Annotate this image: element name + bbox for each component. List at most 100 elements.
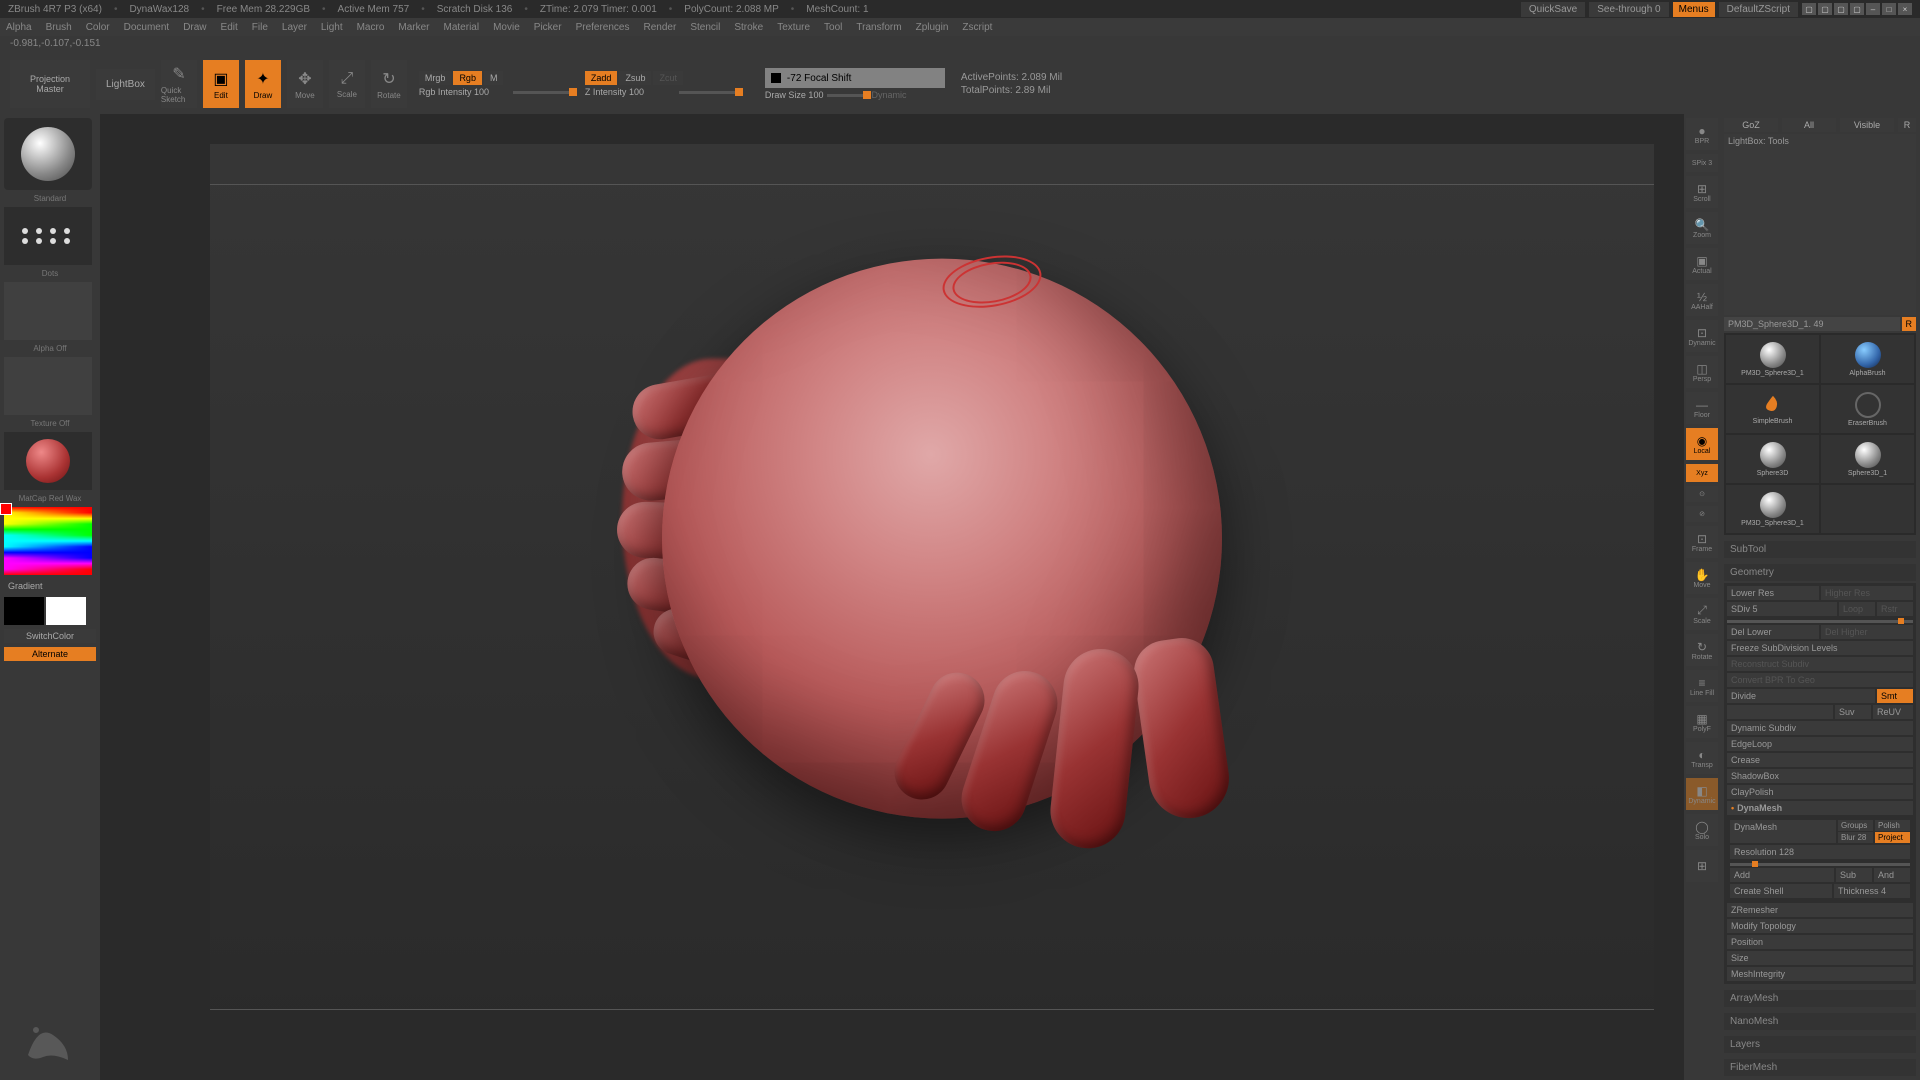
quick-sketch-button[interactable]: ✎Quick Sketch <box>161 60 197 108</box>
polyf-button[interactable]: ▦PolyF <box>1686 706 1718 738</box>
layers-header[interactable]: Layers <box>1724 1036 1916 1053</box>
menu-texture[interactable]: Texture <box>777 22 810 33</box>
xyz-button[interactable]: Xyz <box>1686 464 1718 482</box>
r-button[interactable]: R <box>1898 118 1916 132</box>
rgb-toggle[interactable]: Rgb <box>453 71 482 85</box>
create-shell-button[interactable]: Create Shell <box>1730 884 1832 898</box>
loop-button[interactable]: Loop <box>1839 602 1875 616</box>
z-intensity-slider[interactable] <box>679 91 739 94</box>
move-tool-button[interactable]: ✋Move <box>1686 562 1718 594</box>
menu-document[interactable]: Document <box>124 22 170 33</box>
win-icon[interactable]: ▢ <box>1802 3 1816 15</box>
and-button[interactable]: And <box>1874 868 1910 882</box>
local-button[interactable]: ◉Local <box>1686 428 1718 460</box>
menu-macro[interactable]: Macro <box>357 22 385 33</box>
spix-button[interactable]: SPix 3 <box>1686 154 1718 172</box>
extra-button[interactable]: ⊞ <box>1686 850 1718 882</box>
menu-stencil[interactable]: Stencil <box>690 22 720 33</box>
goz-button[interactable]: GoZ <box>1724 118 1778 132</box>
size-header[interactable]: Size <box>1727 951 1913 965</box>
scale-tool-button[interactable]: ⤢Scale <box>1686 598 1718 630</box>
tool-item[interactable]: SimpleBrush <box>1726 385 1819 433</box>
r-toggle[interactable]: R <box>1902 317 1917 331</box>
z-intensity-label[interactable]: Z Intensity 100 <box>585 87 675 97</box>
rgb-intensity-label[interactable]: Rgb Intensity 100 <box>419 87 509 97</box>
tool-item[interactable]: Sphere3D <box>1726 435 1819 483</box>
projection-master-button[interactable]: Projection Master <box>10 60 90 108</box>
rgb-intensity-slider[interactable] <box>513 91 573 94</box>
menus-button[interactable]: Menus <box>1673 2 1715 17</box>
resolution-slider[interactable]: Resolution 128 <box>1730 845 1910 859</box>
del-higher-button[interactable]: Del Higher <box>1821 625 1913 639</box>
position-header[interactable]: Position <box>1727 935 1913 949</box>
tool-item[interactable]: EraserBrush <box>1821 385 1914 433</box>
switch-color-button[interactable]: SwitchColor <box>4 629 96 643</box>
aahalf-button[interactable]: ½AAHalf <box>1686 284 1718 316</box>
frame-button[interactable]: ⊡Frame <box>1686 526 1718 558</box>
menu-picker[interactable]: Picker <box>534 22 562 33</box>
viewport-model[interactable] <box>612 239 1252 879</box>
dynamesh-header[interactable]: DynaMesh <box>1727 801 1913 815</box>
divide-button[interactable]: Divide <box>1727 689 1875 703</box>
tool-item[interactable]: Sphere3D_1 <box>1821 435 1914 483</box>
primary-color[interactable] <box>46 597 86 625</box>
tool-item-empty[interactable] <box>1821 485 1914 533</box>
draw-size-label[interactable]: Draw Size 100 <box>765 90 824 100</box>
meshintegrity-header[interactable]: MeshIntegrity <box>1727 967 1913 981</box>
menu-alpha[interactable]: Alpha <box>6 22 32 33</box>
edit-button[interactable]: ▣Edit <box>203 60 239 108</box>
rotate-button[interactable]: ↻Rotate <box>371 60 407 108</box>
zsub-toggle[interactable]: Zsub <box>619 71 651 85</box>
alpha-selector[interactable] <box>4 282 92 340</box>
higher-res-button[interactable]: Higher Res <box>1821 586 1913 600</box>
draw-size-slider[interactable] <box>827 94 867 97</box>
move-button[interactable]: ✥Move <box>287 60 323 108</box>
dynamesh-button[interactable]: DynaMesh <box>1730 820 1836 843</box>
transp-button[interactable]: ◐Transp <box>1686 742 1718 774</box>
dynamic-toggle[interactable]: Dynamic <box>871 90 906 100</box>
menu-tool[interactable]: Tool <box>824 22 842 33</box>
sub-button[interactable]: Sub <box>1836 868 1872 882</box>
reuv-button[interactable]: ReUV <box>1873 705 1913 719</box>
menu-material[interactable]: Material <box>444 22 480 33</box>
subtool-header[interactable]: SubTool <box>1724 541 1916 558</box>
rstr-button[interactable]: Rstr <box>1877 602 1913 616</box>
zcut-toggle[interactable]: Zcut <box>653 71 683 85</box>
sdiv-slider[interactable]: SDiv 5 <box>1727 602 1837 616</box>
menu-marker[interactable]: Marker <box>398 22 429 33</box>
gradient-button[interactable]: Gradient <box>4 579 96 593</box>
menu-zscript[interactable]: Zscript <box>962 22 992 33</box>
all-button[interactable]: All <box>1782 118 1836 132</box>
zremesher-header[interactable]: ZRemesher <box>1727 903 1913 917</box>
minimize-icon[interactable]: – <box>1866 3 1880 15</box>
scroll-button[interactable]: ⊞Scroll <box>1686 176 1718 208</box>
menu-zplugin[interactable]: Zplugin <box>916 22 949 33</box>
menu-draw[interactable]: Draw <box>183 22 206 33</box>
secondary-color[interactable] <box>4 597 44 625</box>
freeze-subdiv-button[interactable]: Freeze SubDivision Levels <box>1727 641 1913 655</box>
quicksave-button[interactable]: QuickSave <box>1521 2 1585 17</box>
menu-layer[interactable]: Layer <box>282 22 307 33</box>
material-selector[interactable] <box>4 432 92 490</box>
geometry-header[interactable]: Geometry <box>1724 564 1916 581</box>
tool-name-field[interactable]: PM3D_Sphere3D_1. 49 <box>1724 317 1900 331</box>
lightbox-button[interactable]: LightBox <box>96 69 155 100</box>
menu-file[interactable]: File <box>252 22 268 33</box>
edgeloop-header[interactable]: EdgeLoop <box>1727 737 1913 751</box>
persp-button[interactable]: ◫Persp <box>1686 356 1718 388</box>
crease-header[interactable]: Crease <box>1727 753 1913 767</box>
project-toggle[interactable]: Project <box>1875 832 1910 843</box>
menu-preferences[interactable]: Preferences <box>576 22 630 33</box>
linefill-button[interactable]: ≡Line Fill <box>1686 670 1718 702</box>
suv-toggle[interactable]: Suv <box>1835 705 1871 719</box>
brush-selector[interactable] <box>4 118 92 190</box>
focal-shift-slider[interactable]: -72 Focal Shift <box>765 68 945 88</box>
floor-button[interactable]: —Floor <box>1686 392 1718 424</box>
menu-color[interactable]: Color <box>86 22 110 33</box>
reconstruct-button[interactable]: Reconstruct Subdiv <box>1727 657 1913 671</box>
win-icon[interactable]: ▢ <box>1834 3 1848 15</box>
groups-toggle[interactable]: Groups <box>1838 820 1873 831</box>
bpr-button[interactable]: ●BPR <box>1686 118 1718 150</box>
modify-topology-header[interactable]: Modify Topology <box>1727 919 1913 933</box>
scale-button[interactable]: ⤢Scale <box>329 60 365 108</box>
